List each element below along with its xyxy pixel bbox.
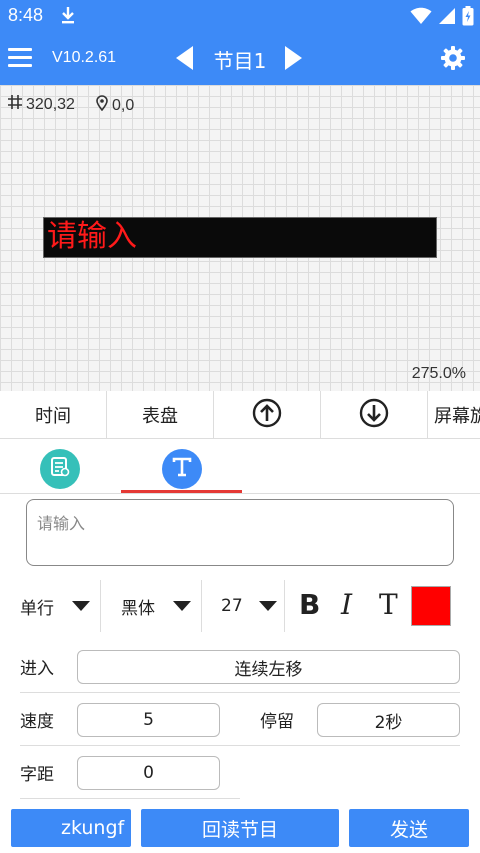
speed-value: 5 [143, 710, 154, 730]
app-bar: V10.2.61 节目1 [0, 32, 480, 85]
location-icon [96, 95, 108, 116]
text-icon [172, 457, 192, 481]
stay-label: 停留 [260, 712, 294, 732]
font-family-value: 黑体 [121, 598, 155, 619]
move-down-button[interactable] [321, 391, 428, 439]
signal-icon [438, 7, 456, 29]
status-bar: 8:48 [0, 0, 480, 32]
text-input[interactable]: 请输入 [26, 499, 454, 566]
readback-program-button[interactable]: 回读节目 [141, 809, 339, 847]
enter-label: 进入 [20, 659, 54, 679]
active-tab-indicator [121, 490, 242, 493]
screen-rotate-button[interactable]: 屏幕旋 [428, 391, 480, 439]
font-family-dropdown[interactable]: 黑体 [121, 578, 191, 634]
bottom-action-bar: zkungf 回读节目 发送 [0, 802, 480, 853]
led-text-area[interactable]: 请输入 [43, 217, 437, 258]
canvas-size-value: 320,32 [26, 95, 75, 113]
divider [20, 798, 240, 799]
editor-tabs [0, 440, 480, 494]
font-size-value: 27 [221, 596, 243, 616]
grid-icon [8, 95, 22, 114]
wifi-icon [410, 7, 432, 29]
down-arrow-circle-icon [359, 398, 389, 433]
divider [201, 580, 202, 632]
stay-value: 2秒 [374, 712, 403, 733]
italic-button[interactable]: I [341, 588, 352, 621]
font-settings-row: 单行 黑体 27 B I T [0, 578, 480, 634]
system-icons [410, 6, 474, 30]
move-up-button[interactable] [214, 391, 321, 439]
app-version: V10.2.61 [52, 49, 117, 66]
text-input-placeholder: 请输入 [37, 514, 86, 533]
zoom-level: 275.0% [411, 365, 466, 382]
speed-label: 速度 [20, 712, 54, 732]
screen-rotate-label: 屏幕旋 [434, 406, 480, 427]
led-text: 请输入 [47, 219, 137, 254]
speed-stay-row: 速度 5 停留 2秒 [0, 693, 480, 745]
font-size-dropdown[interactable]: 27 [221, 578, 277, 634]
canvas-size: 320,32 [8, 95, 75, 114]
stay-input[interactable]: 2秒 [317, 703, 460, 737]
gear-icon[interactable] [441, 46, 465, 74]
speed-input[interactable]: 5 [77, 703, 220, 737]
line-mode-dropdown[interactable]: 单行 [20, 578, 90, 634]
enter-effect-row: 进入 连续左移 [0, 640, 480, 692]
document-settings-icon [49, 456, 71, 482]
readback-label: 回读节目 [201, 818, 278, 841]
time-label: 时间 [35, 406, 71, 427]
status-time: 8:48 [8, 5, 44, 25]
divider [100, 580, 101, 632]
battery-icon [462, 6, 474, 30]
color-swatch[interactable] [411, 586, 451, 626]
menu-icon[interactable] [8, 46, 34, 70]
canvas-position: 0,0 [96, 95, 134, 116]
enter-effect-value: 连续左移 [234, 659, 303, 680]
dial-label: 表盘 [142, 406, 178, 427]
divider [284, 580, 285, 632]
send-button[interactable]: 发送 [349, 809, 469, 847]
dropdown-arrow-icon [72, 596, 90, 616]
bold-button[interactable]: B [299, 588, 320, 621]
prev-arrow-icon[interactable] [176, 46, 194, 74]
tab-document-settings[interactable] [40, 449, 80, 489]
up-arrow-circle-icon [252, 398, 282, 433]
program-title: 节目1 [213, 49, 267, 73]
canvas-position-value: 0,0 [112, 96, 135, 114]
download-icon [60, 6, 76, 28]
preview-canvas[interactable]: 320,32 0,0 请输入 275.0% [0, 85, 480, 391]
enter-effect-select[interactable]: 连续左移 [77, 650, 460, 684]
dial-button[interactable]: 表盘 [107, 391, 214, 439]
next-arrow-icon[interactable] [284, 46, 302, 74]
element-toolbar: 时间 表盘 屏幕旋 [0, 391, 480, 439]
text-style-button[interactable]: T [379, 588, 398, 621]
marquee-button[interactable]: zkungf [11, 809, 131, 847]
tab-text[interactable] [162, 449, 202, 489]
spacing-input[interactable]: 0 [77, 756, 220, 790]
spacing-value: 0 [143, 763, 154, 783]
marquee-label: zkungf [61, 817, 125, 839]
spacing-row: 字距 0 [0, 746, 480, 798]
dropdown-arrow-icon [173, 596, 191, 616]
dropdown-arrow-icon [258, 596, 277, 616]
spacing-label: 字距 [20, 765, 54, 785]
line-mode-value: 单行 [20, 598, 54, 619]
time-button[interactable]: 时间 [0, 391, 107, 439]
send-label: 发送 [389, 818, 428, 841]
